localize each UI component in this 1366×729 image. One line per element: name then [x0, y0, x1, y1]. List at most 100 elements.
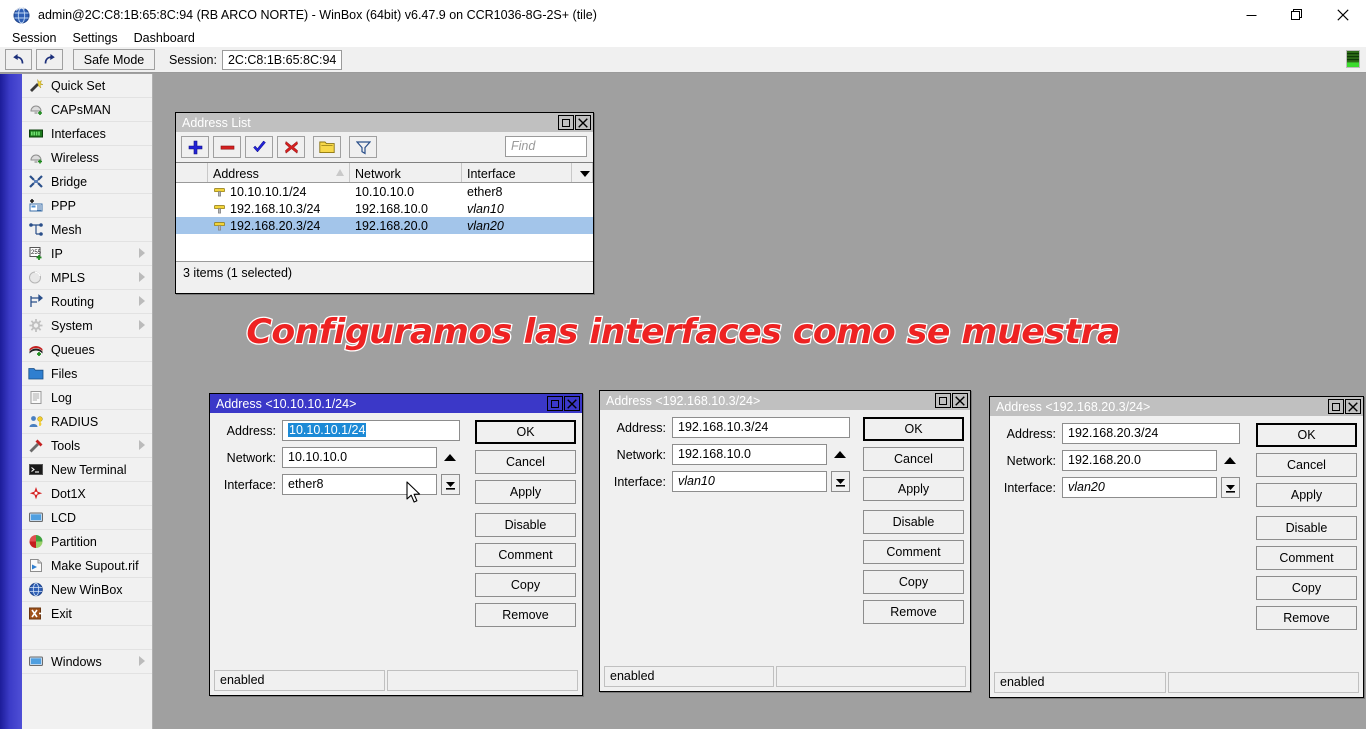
disable-button[interactable]: Disable [1256, 516, 1357, 540]
sidebar-item-mesh[interactable]: Mesh [22, 218, 152, 242]
address-list-maximize-button[interactable] [558, 115, 574, 130]
address-input-text: 10.10.10.1/24 [288, 423, 366, 437]
cancel-button[interactable]: Cancel [863, 447, 964, 471]
network-collapse-up-icon[interactable] [442, 454, 458, 461]
comment-button[interactable]: Comment [1256, 546, 1357, 570]
sidebar-item-windows[interactable]: Windows [22, 650, 152, 674]
address-dialog-status-text: enabled [604, 666, 774, 687]
note-icon[interactable] [313, 136, 341, 158]
address-dialog-maximize-button[interactable] [1328, 399, 1344, 414]
network-input[interactable]: 192.168.20.0 [1062, 450, 1217, 471]
interface-dropdown-button[interactable] [831, 471, 850, 492]
check-icon[interactable] [245, 136, 273, 158]
cancel-button[interactable]: Cancel [475, 450, 576, 474]
table-row[interactable]: 192.168.10.3/24192.168.10.0vlan10 [176, 200, 593, 217]
sidebar-item-log[interactable]: Log [22, 386, 152, 410]
cancel-button[interactable]: Cancel [1256, 453, 1357, 477]
address-dialog-close-button[interactable] [564, 396, 580, 411]
ok-button[interactable]: OK [863, 417, 964, 441]
undo-arrow-icon[interactable] [5, 49, 32, 70]
interface-dropdown-button[interactable] [441, 474, 460, 495]
address-dialog-titlebar[interactable]: Address <10.10.10.1/24> [210, 394, 582, 413]
table-row[interactable]: 10.10.10.1/2410.10.10.0ether8 [176, 183, 593, 200]
address-dialog-close-button[interactable] [952, 393, 968, 408]
address-dialog-maximize-button[interactable] [547, 396, 563, 411]
column-header-network[interactable]: Network [350, 163, 462, 182]
column-header-interface[interactable]: Interface [462, 163, 572, 182]
apply-button[interactable]: Apply [863, 477, 964, 501]
copy-button[interactable]: Copy [1256, 576, 1357, 600]
column-chooser-button[interactable] [572, 163, 593, 182]
disable-button[interactable]: Disable [475, 513, 576, 537]
minus-icon[interactable] [213, 136, 241, 158]
funnel-icon[interactable] [349, 136, 377, 158]
ok-button[interactable]: OK [1256, 423, 1357, 447]
close-button[interactable] [1320, 0, 1366, 30]
sidebar-item-label: CAPsMAN [51, 103, 111, 117]
table-row[interactable]: 192.168.20.3/24192.168.20.0vlan20 [176, 217, 593, 234]
sidebar-item-ip[interactable]: 255IP [22, 242, 152, 266]
sidebar-item-exit[interactable]: Exit [22, 602, 152, 626]
address-input[interactable]: 10.10.10.1/24 [282, 420, 460, 441]
network-collapse-up-icon[interactable] [1222, 457, 1238, 464]
plus-icon[interactable] [181, 136, 209, 158]
maximize-restore-button[interactable] [1274, 0, 1320, 30]
address-list-rows: 10.10.10.1/2410.10.10.0ether8192.168.10.… [176, 183, 593, 261]
sidebar-item-routing[interactable]: Routing [22, 290, 152, 314]
sidebar-item-new-winbox[interactable]: New WinBox [22, 578, 152, 602]
address-dialog-titlebar[interactable]: Address <192.168.20.3/24> [990, 397, 1363, 416]
network-input[interactable]: 10.10.10.0 [282, 447, 437, 468]
sidebar-item-lcd[interactable]: LCD [22, 506, 152, 530]
remove-button[interactable]: Remove [863, 600, 964, 624]
sidebar-item-capsman[interactable]: CAPsMAN [22, 98, 152, 122]
minimize-button[interactable] [1228, 0, 1274, 30]
address-input[interactable]: 192.168.20.3/24 [1062, 423, 1240, 444]
find-input[interactable]: Find [505, 136, 587, 157]
copy-button[interactable]: Copy [475, 573, 576, 597]
apply-button[interactable]: Apply [475, 480, 576, 504]
sidebar-item-wireless[interactable]: Wireless [22, 146, 152, 170]
address-input[interactable]: 192.168.10.3/24 [672, 417, 850, 438]
address-dialog-maximize-button[interactable] [935, 393, 951, 408]
sidebar-item-partition[interactable]: Partition [22, 530, 152, 554]
menu-dashboard[interactable]: Dashboard [126, 30, 203, 47]
interface-input[interactable]: vlan10 [672, 471, 827, 492]
redo-arrow-icon[interactable] [36, 49, 63, 70]
menu-session[interactable]: Session [4, 30, 64, 47]
sidebar-item-new-terminal[interactable]: New Terminal [22, 458, 152, 482]
cross-icon[interactable] [277, 136, 305, 158]
sidebar-item-tools[interactable]: Tools [22, 434, 152, 458]
comment-button[interactable]: Comment [863, 540, 964, 564]
cell-interface: vlan10 [462, 200, 572, 217]
address-dialog-titlebar[interactable]: Address <192.168.10.3/24> [600, 391, 970, 410]
address-dialog-statusbar: enabled [604, 666, 966, 687]
address-list-close-button[interactable] [575, 115, 591, 130]
menu-settings[interactable]: Settings [64, 30, 125, 47]
sidebar-item-ppp[interactable]: PPP [22, 194, 152, 218]
safe-mode-button[interactable]: Safe Mode [73, 49, 155, 70]
address-list-titlebar[interactable]: Address List [176, 113, 593, 132]
copy-button[interactable]: Copy [863, 570, 964, 594]
sidebar-item-files[interactable]: Files [22, 362, 152, 386]
sidebar-item-mpls[interactable]: MPLS [22, 266, 152, 290]
sidebar-item-dot1x[interactable]: Dot1X [22, 482, 152, 506]
network-input[interactable]: 192.168.10.0 [672, 444, 827, 465]
sidebar-item-interfaces[interactable]: Interfaces [22, 122, 152, 146]
remove-button[interactable]: Remove [1256, 606, 1357, 630]
apply-button[interactable]: Apply [1256, 483, 1357, 507]
sidebar-item-make-supout-rif[interactable]: Make Supout.rif [22, 554, 152, 578]
sidebar-item-quick-set[interactable]: Quick Set [22, 74, 152, 98]
disable-button[interactable]: Disable [863, 510, 964, 534]
sidebar-item-bridge[interactable]: Bridge [22, 170, 152, 194]
comment-button[interactable]: Comment [475, 543, 576, 567]
ok-button[interactable]: OK [475, 420, 576, 444]
session-value[interactable]: 2C:C8:1B:65:8C:94 [222, 50, 342, 70]
sidebar-item-radius[interactable]: RADIUS [22, 410, 152, 434]
interface-dropdown-button[interactable] [1221, 477, 1240, 498]
column-header-address[interactable]: Address [208, 163, 350, 182]
address-dialog-close-button[interactable] [1345, 399, 1361, 414]
column-header-select[interactable] [176, 163, 208, 182]
remove-button[interactable]: Remove [475, 603, 576, 627]
interface-input[interactable]: vlan20 [1062, 477, 1217, 498]
network-collapse-up-icon[interactable] [832, 451, 848, 458]
